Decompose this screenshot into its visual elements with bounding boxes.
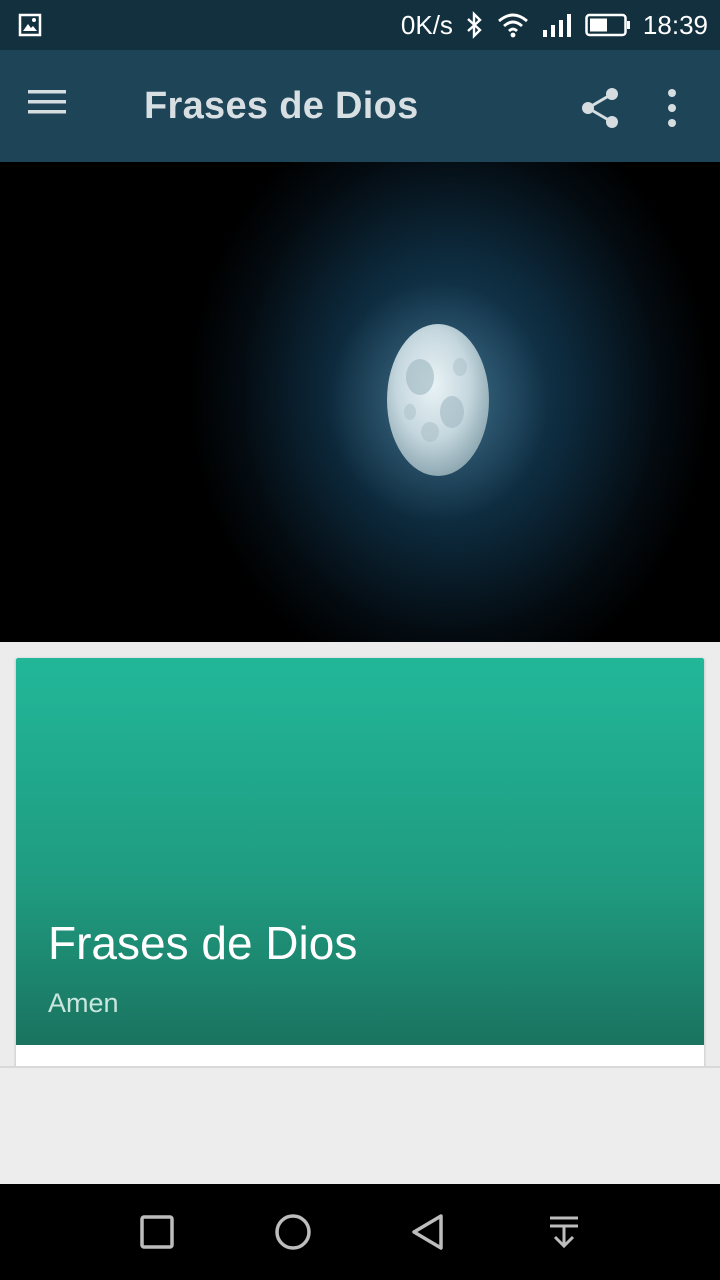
signal-icon	[541, 12, 573, 38]
toolbar-title: Frases de Dios	[144, 85, 419, 127]
back-button[interactable]	[408, 1212, 448, 1252]
content-card[interactable]: Frases de Dios Amen	[16, 658, 704, 1068]
card-header: Frases de Dios Amen	[16, 658, 704, 1045]
moon	[387, 324, 489, 476]
system-nav-bar	[0, 1184, 720, 1280]
wifi-icon	[497, 12, 529, 38]
hero-image	[0, 162, 720, 642]
bottom-area	[0, 1068, 720, 1184]
more-options-button[interactable]	[656, 84, 688, 132]
recent-apps-button[interactable]	[137, 1212, 177, 1252]
clock: 18:39	[642, 9, 708, 40]
gallery-icon	[18, 13, 42, 42]
home-button[interactable]	[273, 1212, 313, 1252]
menu-icon	[28, 90, 68, 122]
share-button[interactable]	[576, 84, 624, 132]
bluetooth-icon	[465, 11, 485, 39]
app-toolbar: Frases de Dios	[0, 50, 720, 162]
status-bar: 0K/s 18:39	[0, 0, 720, 50]
card-title: Frases de Dios	[48, 917, 358, 969]
notification-pull-icon	[544, 1216, 584, 1256]
battery-icon	[585, 13, 631, 37]
home-icon	[273, 1214, 313, 1256]
net-speed: 0K/s	[400, 9, 453, 40]
menu-button[interactable]	[28, 86, 84, 126]
more-vert-icon	[656, 89, 688, 136]
card-subtitle: Amen	[48, 988, 119, 1018]
recent-apps-icon	[137, 1215, 177, 1256]
share-icon	[576, 88, 624, 136]
back-icon	[408, 1214, 448, 1256]
notification-pull-button[interactable]	[544, 1212, 584, 1252]
